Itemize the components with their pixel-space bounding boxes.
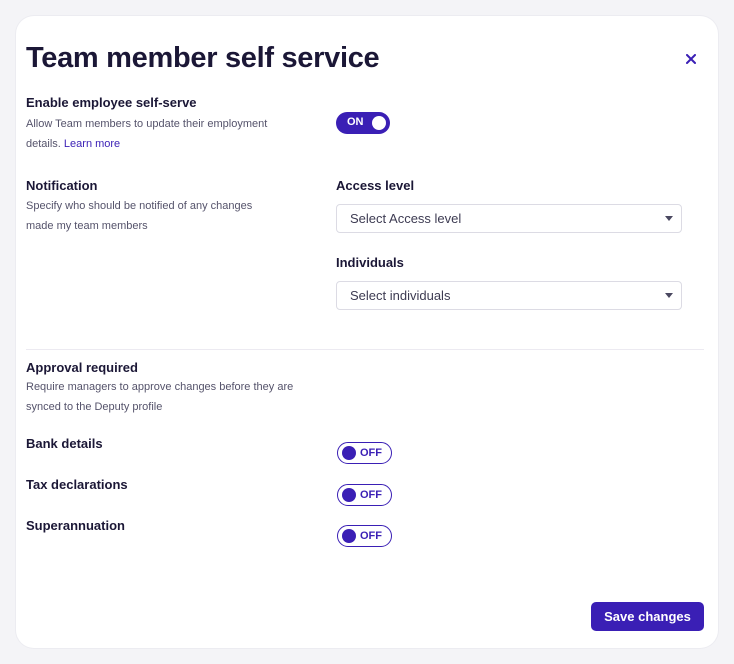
access-level-select[interactable]: Select Access level bbox=[336, 204, 682, 233]
tax-declarations-toggle[interactable]: OFF bbox=[337, 484, 392, 506]
self-serve-toggle[interactable]: ON bbox=[336, 112, 390, 134]
bank-details-label: Bank details bbox=[26, 436, 103, 451]
tax-declarations-label: Tax declarations bbox=[26, 477, 128, 492]
superannuation-toggle[interactable]: OFF bbox=[337, 525, 392, 547]
toggle-knob bbox=[342, 446, 356, 460]
access-level-placeholder: Select Access level bbox=[350, 211, 462, 226]
access-level-label: Access level bbox=[336, 178, 415, 193]
superannuation-toggle-label: OFF bbox=[360, 529, 382, 542]
save-changes-button[interactable]: Save changes bbox=[591, 602, 704, 631]
bank-details-toggle-label: OFF bbox=[360, 446, 382, 459]
tax-declarations-toggle-label: OFF bbox=[360, 488, 382, 501]
approval-description: Require managers to approve changes befo… bbox=[26, 381, 294, 413]
chevron-down-icon bbox=[665, 293, 673, 298]
close-icon bbox=[686, 54, 696, 64]
self-serve-toggle-label: ON bbox=[347, 116, 364, 128]
section-divider bbox=[26, 349, 704, 350]
toggle-knob bbox=[342, 488, 356, 502]
chevron-down-icon bbox=[665, 216, 673, 221]
individuals-select[interactable]: Select individuals bbox=[336, 281, 682, 310]
self-service-modal: Team member self service Enable employee… bbox=[16, 16, 718, 648]
toggle-knob bbox=[342, 529, 356, 543]
self-serve-description-text: Allow Team members to update their emplo… bbox=[26, 118, 268, 150]
individuals-placeholder: Select individuals bbox=[350, 288, 451, 303]
close-button[interactable] bbox=[681, 49, 701, 69]
approval-heading: Approval required bbox=[26, 360, 138, 375]
self-serve-description: Allow Team members to update their emplo… bbox=[26, 114, 296, 154]
bank-details-toggle[interactable]: OFF bbox=[337, 442, 392, 464]
superannuation-label: Superannuation bbox=[26, 518, 125, 533]
self-serve-heading: Enable employee self-serve bbox=[26, 95, 197, 110]
notification-description: Specify who should be notified of any ch… bbox=[26, 200, 253, 232]
individuals-label: Individuals bbox=[336, 255, 404, 270]
toggle-knob bbox=[372, 116, 386, 130]
learn-more-link[interactable]: Learn more bbox=[64, 138, 120, 150]
modal-title: Team member self service bbox=[26, 42, 380, 74]
notification-heading: Notification bbox=[26, 178, 98, 193]
